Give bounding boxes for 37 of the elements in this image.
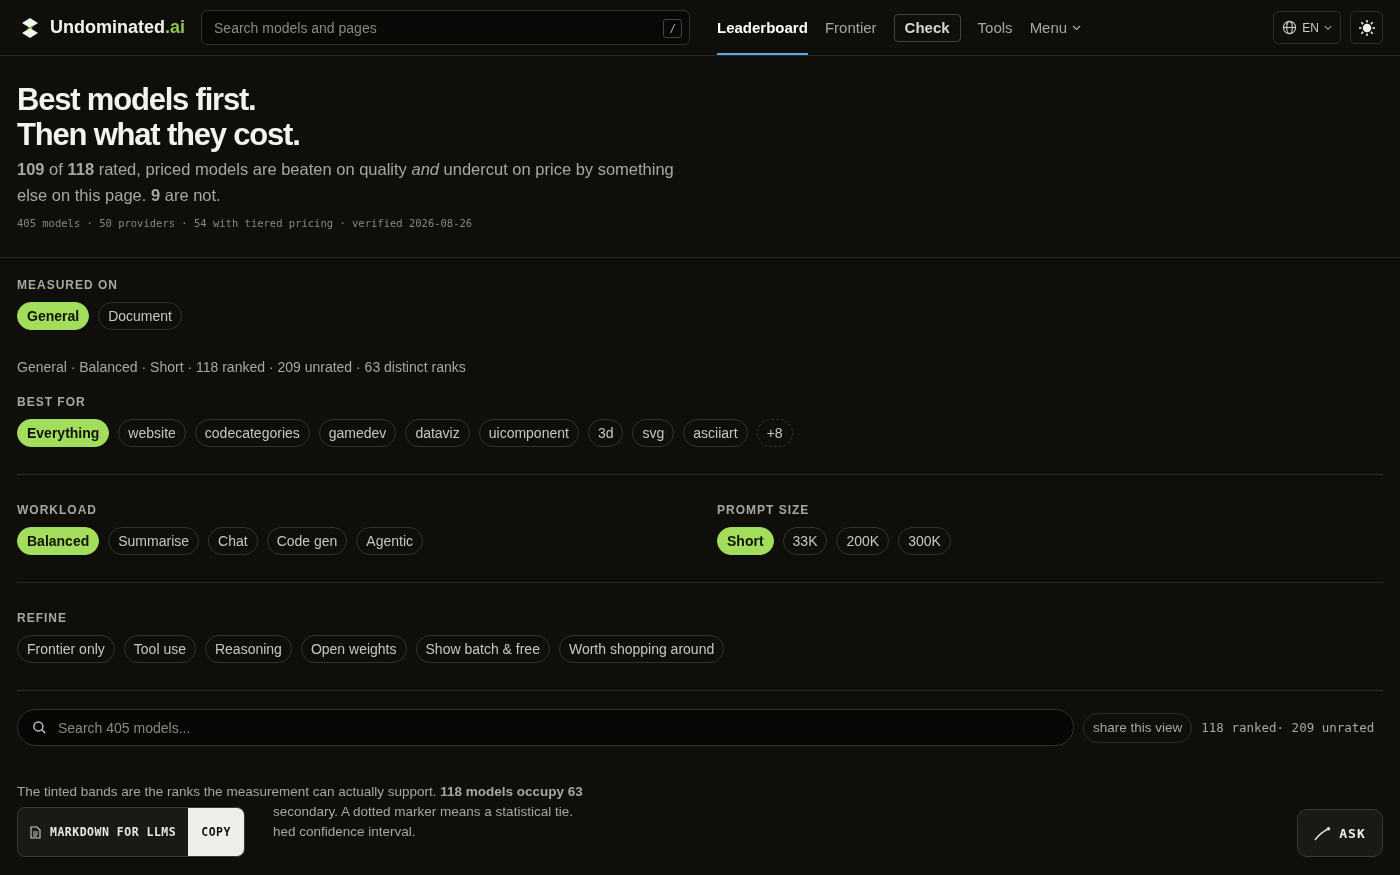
section-label: BEST FOR	[17, 395, 87, 409]
section-label: MEASURED ON	[17, 278, 119, 292]
copy-button[interactable]: COPY	[188, 808, 244, 856]
count-text: 118 ranked· 209 unrated	[1201, 720, 1375, 735]
shortcut-key: /	[663, 19, 682, 38]
model-search-field[interactable]: Search 405 models...	[17, 709, 1074, 746]
nav-link[interactable]: Frontier	[824, 0, 877, 55]
note-text: The tinted bands are the ranks the measurement can actually support. 118 models occupy 63	[17, 783, 583, 801]
filter-chip[interactable]: General	[17, 302, 90, 330]
chevron-icon	[1072, 24, 1082, 31]
nav-link[interactable]: Tools	[977, 0, 1013, 55]
brand-name[interactable]: Undominated.ai	[50, 17, 185, 38]
chevron-icon	[1324, 24, 1332, 31]
globe-icon	[1282, 20, 1298, 35]
section-label: REFINE	[17, 611, 68, 625]
nav-link[interactable]: Check	[893, 13, 961, 42]
nav-link[interactable]: Menu	[1029, 0, 1082, 55]
note-text: hed confidence interval.	[273, 823, 416, 841]
nav-link[interactable]: Leaderboard	[717, 0, 808, 55]
section-label: WORKLOAD	[17, 503, 98, 517]
summary-text: 109 of 118 rated, priced models are beaten on quality and undercut on price by something else on this page. 9 are not.	[17, 159, 675, 206]
sun-icon	[1357, 18, 1376, 37]
theme-toggle-button[interactable]	[1350, 11, 1383, 44]
note-text: secondary. A dotted marker means a statistical tie.	[273, 803, 573, 821]
meta-text: 405 models · 50 providers · 54 with tiered pricing · verified 2026-08-26	[17, 217, 474, 229]
ask-button[interactable]: ASK	[1297, 809, 1383, 857]
filter-chip[interactable]: Everything	[17, 419, 110, 447]
document-icon	[30, 825, 41, 839]
search-icon	[32, 720, 47, 735]
page-title: Best models first. Then what they cost.	[17, 82, 301, 152]
section-label: PROMPT SIZE	[717, 503, 811, 517]
language-button[interactable]: EN	[1273, 11, 1341, 44]
selection-summary: General · Balanced · Short · 118 ranked · 209 unrated · 63 distinct ranks	[17, 359, 467, 375]
filter-chip[interactable]: Balanced	[17, 527, 100, 555]
pen-stroke-icon	[1314, 825, 1332, 841]
markdown-button[interactable]: MARKDOWN FOR LLMS	[18, 808, 189, 856]
filter-chip[interactable]: Short	[717, 527, 774, 555]
